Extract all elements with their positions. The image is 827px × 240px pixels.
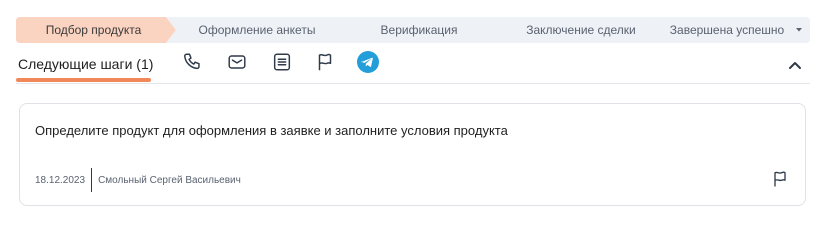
next-step-author: Смольный Сергей Васильевич xyxy=(98,174,241,186)
phone-icon[interactable] xyxy=(181,50,205,74)
flag-icon[interactable] xyxy=(313,50,337,74)
next-step-text: Определите продукт для оформления в заяв… xyxy=(35,123,508,138)
stage-item[interactable]: Заключение сделки xyxy=(500,17,662,43)
telegram-icon[interactable] xyxy=(356,50,380,74)
next-step-date: 18.12.2023 xyxy=(35,174,86,186)
mail-icon[interactable] xyxy=(225,50,249,74)
collapse-chevron-up-icon[interactable] xyxy=(784,54,806,76)
next-step-meta: 18.12.2023 Смольный Сергей Васильевич xyxy=(35,168,241,192)
stage-dropdown-icon[interactable] xyxy=(792,17,806,43)
stage-item[interactable]: Верификация xyxy=(338,17,500,43)
next-step-card: Определите продукт для оформления в заяв… xyxy=(19,103,806,206)
tab-next-steps[interactable]: Следующие шаги (1) xyxy=(18,46,153,82)
stage-progress-bar: Подбор продукта Оформление анкеты Верифи… xyxy=(16,17,810,43)
stage-item[interactable]: Подбор продукта xyxy=(16,17,171,43)
stage-item[interactable]: Оформление анкеты xyxy=(176,17,338,43)
flag-icon[interactable] xyxy=(769,168,791,190)
document-icon[interactable] xyxy=(270,50,294,74)
meta-divider xyxy=(91,168,93,192)
activity-tabs: Следующие шаги (1) xyxy=(16,46,810,84)
active-tab-indicator xyxy=(16,78,151,82)
stage-item[interactable]: Завершена успешно xyxy=(662,17,792,43)
